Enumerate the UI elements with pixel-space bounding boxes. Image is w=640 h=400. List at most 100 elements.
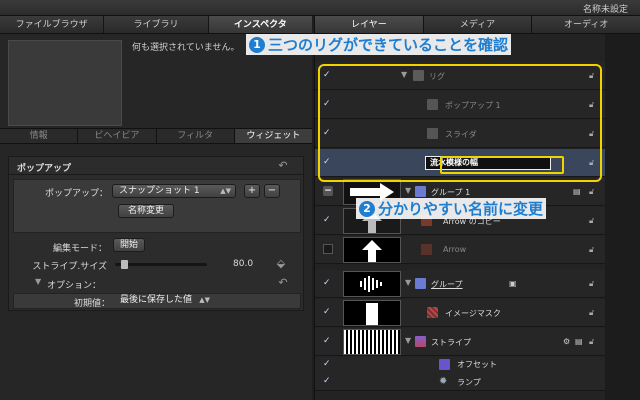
lock-icon[interactable]: 🔓︎ — [589, 216, 599, 226]
waveform-icon — [360, 276, 382, 292]
group-icon — [415, 186, 426, 197]
lock-icon[interactable]: 🔓︎ — [589, 187, 599, 197]
layer-row-image-mask[interactable]: ✓ イメージマスク 🔓︎ — [315, 299, 605, 327]
filter-icon[interactable]: ▤ — [575, 337, 585, 347]
preview-thumbnail — [8, 40, 122, 126]
keyframe-icon[interactable]: ⬙ — [275, 258, 287, 270]
remove-snapshot-button[interactable]: − — [264, 184, 280, 198]
add-snapshot-button[interactable]: + — [244, 184, 260, 198]
no-selection-text: 何も選択されていません。 — [132, 43, 240, 53]
popup-section: ポップアップ ↶ ポップアップ： スナップショット 1 ▲▼ + − 名称変更 … — [8, 156, 304, 311]
image-mask-icon — [427, 307, 438, 318]
layer-thumbnail — [343, 329, 401, 355]
arrow-up-icon — [362, 240, 382, 262]
initial-label: 初期値： — [73, 299, 110, 309]
visibility-checkbox[interactable]: ✓ — [323, 376, 333, 386]
edit-mode-label: 編集モード： — [52, 244, 107, 254]
tab-filters[interactable]: フィルタ — [157, 129, 235, 143]
layer-name: Arrow — [443, 245, 467, 254]
visibility-checkbox[interactable]: ✓ — [323, 278, 333, 288]
layer-row-arrow[interactable]: ✓ Arrow 🔓︎ — [315, 236, 605, 264]
visibility-checkbox[interactable]: ✓ — [323, 336, 333, 346]
disclosure-triangle-icon[interactable]: ▼ — [405, 278, 411, 287]
window-title: 名称未設定 — [582, 5, 628, 15]
left-tab-bar: ファイルブラウザ ライブラリ インスペクタ — [0, 16, 312, 34]
layer-options-icon[interactable]: ▤ — [573, 187, 583, 197]
initial-select-arrows-icon: ▲▼ — [199, 296, 210, 304]
option-reset-icon[interactable]: ↶ — [277, 277, 289, 289]
right-tab-bar: レイヤー メディア オーディオ — [315, 16, 640, 34]
generator-icon — [415, 336, 426, 347]
tab-inspector[interactable]: インスペクタ — [208, 16, 312, 33]
lock-icon[interactable]: 🔓︎ — [589, 308, 599, 318]
annotation-one: 1 三つのリグができていることを確認 — [246, 34, 512, 55]
popup-header: ポップアップ ↶ — [9, 157, 303, 175]
layer-name: グループ — [431, 280, 463, 289]
layer-thumbnail — [343, 237, 401, 263]
stripe-size-label: ストライプ.サイズ — [32, 262, 107, 272]
layer-row-offset[interactable]: ✓ オフセット — [315, 357, 605, 373]
inspector-tab-bar: 情報 ビヘイビア フィルタ ウィジェット — [0, 128, 312, 144]
annotation-one-text: 三つのリグができていることを確認 — [268, 36, 509, 54]
tab-media[interactable]: メディア — [423, 16, 533, 33]
disclosure-triangle-icon[interactable]: ▼ — [405, 186, 411, 195]
mask-toggle-icon[interactable]: ▣ — [509, 279, 519, 289]
annotation-one-badge: 1 — [249, 37, 265, 53]
initial-value: 最後に保存した値 — [120, 295, 193, 305]
edit-mode-start-button[interactable]: 開始 — [113, 238, 145, 252]
layer-thumbnail — [343, 300, 401, 326]
rename-button[interactable]: 名称変更 — [118, 204, 174, 218]
popup-params: ポップアップ： スナップショット 1 ▲▼ + − 名称変更 — [13, 179, 301, 233]
popup-select-value: スナップショット 1 — [119, 186, 200, 196]
disclosure-triangle-icon[interactable]: ▼ — [405, 336, 411, 345]
gear-icon: ✹ — [439, 376, 448, 387]
behavior-gear-icon[interactable]: ⚙ — [563, 337, 573, 347]
lock-column-strip — [605, 34, 640, 400]
annotation-two: 2 分かりやすい名前に変更 — [356, 198, 547, 219]
visibility-checkbox[interactable]: ✓ — [323, 215, 333, 225]
layer-name: ストライプ — [431, 338, 471, 347]
tab-audio[interactable]: オーディオ — [532, 16, 640, 33]
popup-select[interactable]: スナップショット 1 ▲▼ — [112, 184, 236, 198]
layer-row-lamp[interactable]: ✓ ✹ ランプ — [315, 373, 605, 391]
layer-thumbnail — [343, 271, 401, 297]
tab-layers[interactable]: レイヤー — [315, 16, 424, 33]
layer-name: イメージマスク — [445, 309, 501, 318]
tab-behaviors[interactable]: ビヘイビア — [78, 129, 157, 143]
lock-icon[interactable]: 🔓︎ — [589, 245, 599, 255]
layer-name: オフセット — [457, 360, 497, 369]
popup-label: ポップアップ： — [44, 189, 108, 199]
layer-row-stripe[interactable]: ✓ ▼ ストライプ ⚙ ▤ 🔓︎ — [315, 328, 605, 356]
stripe-size-slider-knob[interactable] — [121, 260, 129, 269]
layer-row-group[interactable]: ✓ ▼ グループ ▣ 🔓︎ — [315, 270, 605, 298]
tab-info[interactable]: 情報 — [0, 129, 79, 143]
stripe-size-value[interactable]: 80.0 — [233, 259, 253, 269]
group-icon — [415, 278, 426, 289]
title-bar: 名称未設定 — [0, 0, 640, 16]
annotation-two-text: 分かりやすい名前に変更 — [378, 200, 544, 218]
initial-value-row: 初期値： 最後に保存した値 ▲▼ — [13, 293, 301, 309]
initial-value-select[interactable]: 最後に保存した値 ▲▼ — [114, 294, 214, 308]
behavior-icon — [439, 359, 450, 370]
visibility-checkbox[interactable]: ✓ — [323, 307, 333, 317]
visibility-checkbox-off[interactable]: ✓ — [323, 244, 333, 254]
reset-icon[interactable]: ↶ — [277, 160, 289, 172]
tab-file-browser[interactable]: ファイルブラウザ — [0, 16, 105, 33]
option-label: オプション： — [47, 281, 102, 291]
select-arrows-icon: ▲▼ — [220, 187, 231, 195]
popup-section-label: ポップアップ — [17, 164, 72, 174]
tab-widget[interactable]: ウィジェット — [234, 129, 312, 143]
white-rect-icon — [366, 303, 378, 325]
rename-highlight-box — [440, 156, 564, 174]
layer-name: ランプ — [457, 378, 481, 387]
lock-icon[interactable]: 🔓︎ — [589, 337, 599, 347]
annotation-two-badge: 2 — [359, 201, 375, 217]
lock-icon[interactable]: 🔓︎ — [589, 279, 599, 289]
visibility-checkbox-mixed[interactable]: − — [323, 186, 333, 196]
left-panel: ファイルブラウザ ライブラリ インスペクタ 何も選択されていません。 情報 ビヘ… — [0, 16, 312, 400]
shape-icon — [421, 244, 432, 255]
visibility-checkbox[interactable]: ✓ — [323, 359, 333, 369]
stripe-size-slider[interactable] — [115, 263, 207, 266]
option-disclosure-icon[interactable]: ▼ — [35, 277, 41, 286]
tab-library[interactable]: ライブラリ — [104, 16, 209, 33]
